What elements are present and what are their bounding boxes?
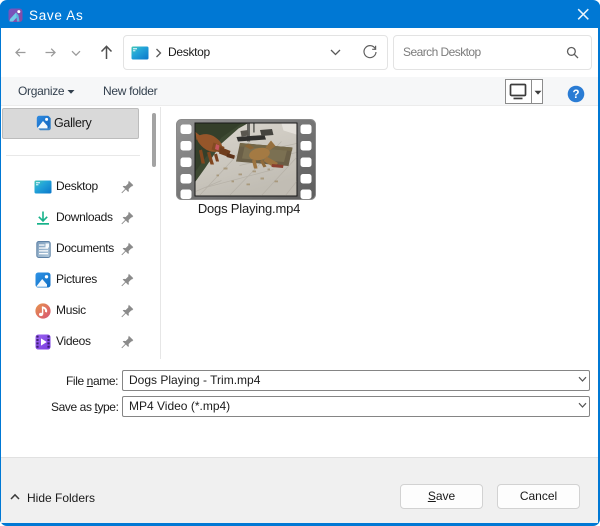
- svg-text:?: ?: [572, 89, 579, 101]
